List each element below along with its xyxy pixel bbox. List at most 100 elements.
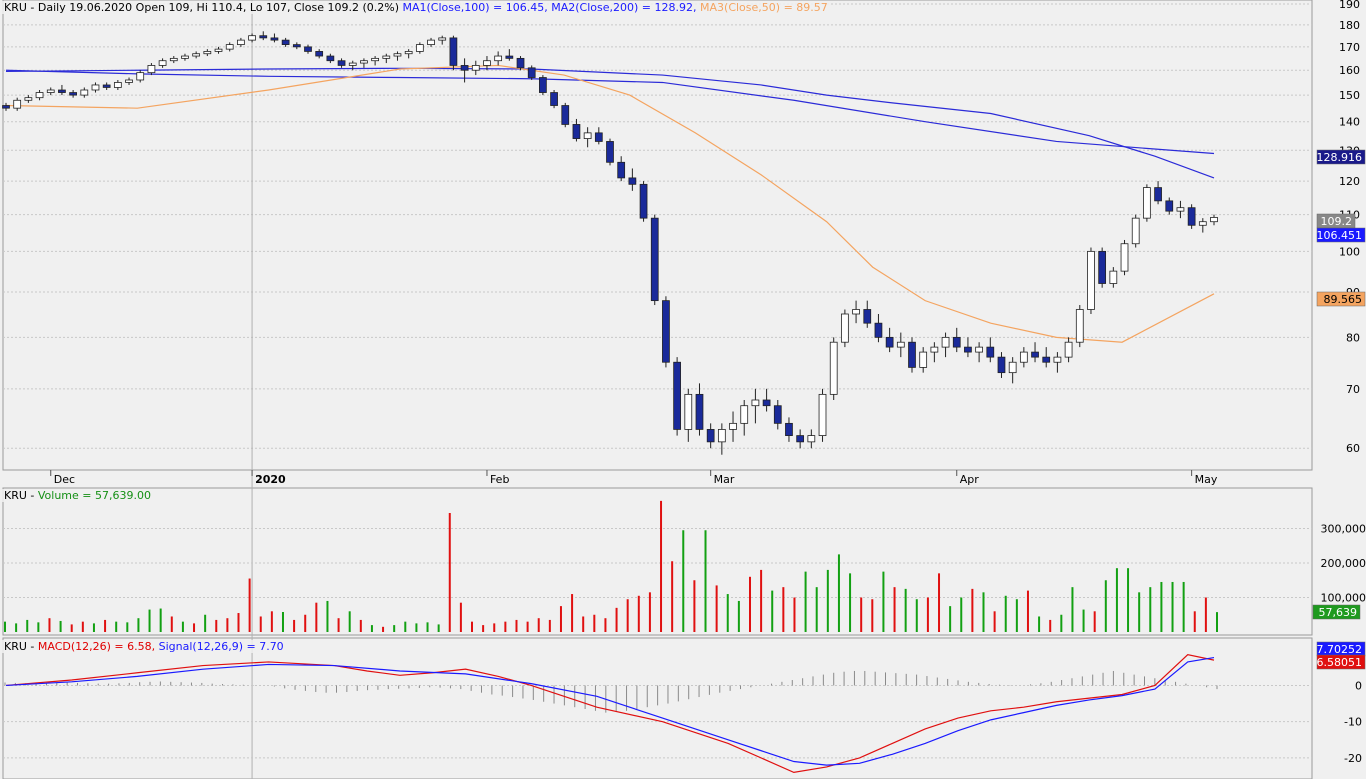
candle-body bbox=[1210, 217, 1218, 223]
candle-body bbox=[348, 62, 357, 66]
candle-body bbox=[1087, 250, 1095, 310]
candle-body bbox=[483, 60, 491, 66]
candle-body bbox=[259, 35, 268, 39]
candle-body bbox=[706, 429, 715, 443]
volume-value: Volume = 57,639.00 bbox=[37, 489, 151, 502]
candle-body bbox=[785, 422, 793, 436]
macd-value: MACD(12,26) = 6.58, bbox=[37, 640, 156, 653]
price-tick-label: 70 bbox=[1346, 383, 1360, 396]
candle-body bbox=[326, 55, 335, 62]
candle-body bbox=[1187, 207, 1196, 226]
ma1-label: MA1(Close,100) = 106.45, bbox=[402, 1, 548, 14]
candle-body bbox=[818, 393, 827, 436]
candle bbox=[1143, 184, 1151, 222]
macd-tick-label: -20 bbox=[1344, 752, 1362, 765]
macd-tick-label: 0 bbox=[1355, 679, 1362, 692]
candle-body bbox=[113, 82, 122, 88]
volume-panel-header: KRU - Volume = 57,639.00 bbox=[2, 489, 153, 502]
candle-body bbox=[69, 92, 77, 96]
candle-body bbox=[1098, 250, 1107, 284]
candle-body bbox=[964, 346, 972, 353]
candle-body bbox=[2, 105, 10, 109]
candle-body bbox=[214, 48, 223, 52]
candle-body bbox=[997, 356, 1006, 374]
candle-body bbox=[35, 92, 44, 99]
x-axis-label: May bbox=[1195, 473, 1218, 486]
candle-body bbox=[393, 53, 402, 57]
candle-body bbox=[102, 84, 111, 88]
candle-body bbox=[460, 65, 469, 71]
candle-body bbox=[494, 55, 503, 62]
candle-body bbox=[762, 399, 771, 407]
candle-body bbox=[852, 309, 860, 315]
x-axis-label: Dec bbox=[54, 473, 75, 486]
candle-body bbox=[617, 161, 626, 179]
candle-body bbox=[550, 92, 558, 106]
ma2-badge: 128.916 bbox=[1317, 151, 1363, 164]
stock-chart: 60708090100110120130140150160170180190De… bbox=[2, 0, 1366, 779]
candle-body bbox=[516, 57, 525, 69]
candle-body bbox=[382, 55, 391, 59]
candle-body bbox=[561, 105, 570, 125]
price-tick-label: 80 bbox=[1346, 331, 1360, 344]
candle-body bbox=[673, 361, 681, 430]
candle-body bbox=[606, 141, 614, 163]
candle-body bbox=[796, 435, 805, 443]
candle-body bbox=[404, 51, 413, 55]
x-axis-label: Apr bbox=[960, 473, 980, 486]
price-panel-header: KRU - Daily 19.06.2020 Open 109, Hi 110.… bbox=[2, 1, 830, 14]
macd-panel-header: KRU - MACD(12,26) = 6.58, Signal(12,26,9… bbox=[2, 640, 286, 653]
candle-body bbox=[650, 217, 659, 302]
candle-body bbox=[24, 97, 33, 101]
candle-body bbox=[908, 341, 916, 368]
candle-body bbox=[930, 346, 939, 353]
candle bbox=[818, 388, 827, 442]
candle-body bbox=[807, 435, 816, 443]
candle-body bbox=[863, 309, 872, 324]
candle-body bbox=[1008, 361, 1017, 374]
candle-body bbox=[952, 336, 961, 348]
candle bbox=[673, 357, 681, 436]
candle bbox=[527, 65, 536, 80]
macd-tick-label: -10 bbox=[1344, 716, 1362, 729]
candle-body bbox=[225, 44, 234, 50]
candle-body bbox=[125, 79, 133, 83]
candle bbox=[1187, 204, 1196, 229]
candle-body bbox=[169, 57, 178, 62]
candle-body bbox=[58, 89, 66, 93]
signal-badge: 7.70252 bbox=[1317, 643, 1363, 656]
candle-body bbox=[415, 44, 424, 52]
candle-body bbox=[717, 429, 726, 443]
candle-body bbox=[941, 336, 950, 348]
volume-ticker: KRU - bbox=[4, 489, 38, 502]
signal-value: Signal(12,26,9) = 7.70 bbox=[158, 640, 284, 653]
price-summary: KRU - Daily 19.06.2020 Open 109, Hi 110.… bbox=[4, 1, 399, 14]
candle-body bbox=[371, 57, 379, 62]
candle bbox=[1087, 247, 1095, 314]
candle-body bbox=[1143, 187, 1151, 219]
candle-body bbox=[360, 60, 368, 64]
candle-body bbox=[292, 44, 301, 48]
candle-body bbox=[147, 65, 156, 74]
candle-body bbox=[583, 132, 592, 139]
candle-body bbox=[248, 35, 256, 41]
candle bbox=[1120, 239, 1129, 276]
candle-body bbox=[1075, 309, 1084, 343]
price-tick-label: 160 bbox=[1339, 64, 1360, 77]
price-tick-label: 60 bbox=[1346, 442, 1360, 455]
candle-body bbox=[986, 346, 995, 358]
ma1-badge: 106.451 bbox=[1317, 229, 1363, 242]
candle-body bbox=[594, 132, 603, 142]
volume-tick-label: 100,000 bbox=[1321, 592, 1366, 605]
candle bbox=[908, 337, 916, 373]
candle-body bbox=[505, 55, 514, 59]
candle-body bbox=[740, 405, 749, 424]
candle-body bbox=[192, 53, 201, 57]
candle-body bbox=[695, 393, 704, 430]
ma2-label: MA2(Close,200) = 128.92, bbox=[551, 1, 697, 14]
price-tick-label: 180 bbox=[1339, 19, 1360, 32]
candle-body bbox=[751, 399, 760, 407]
candle-body bbox=[237, 39, 245, 46]
candle-body bbox=[1120, 243, 1129, 272]
price-tick-label: 120 bbox=[1339, 175, 1360, 188]
